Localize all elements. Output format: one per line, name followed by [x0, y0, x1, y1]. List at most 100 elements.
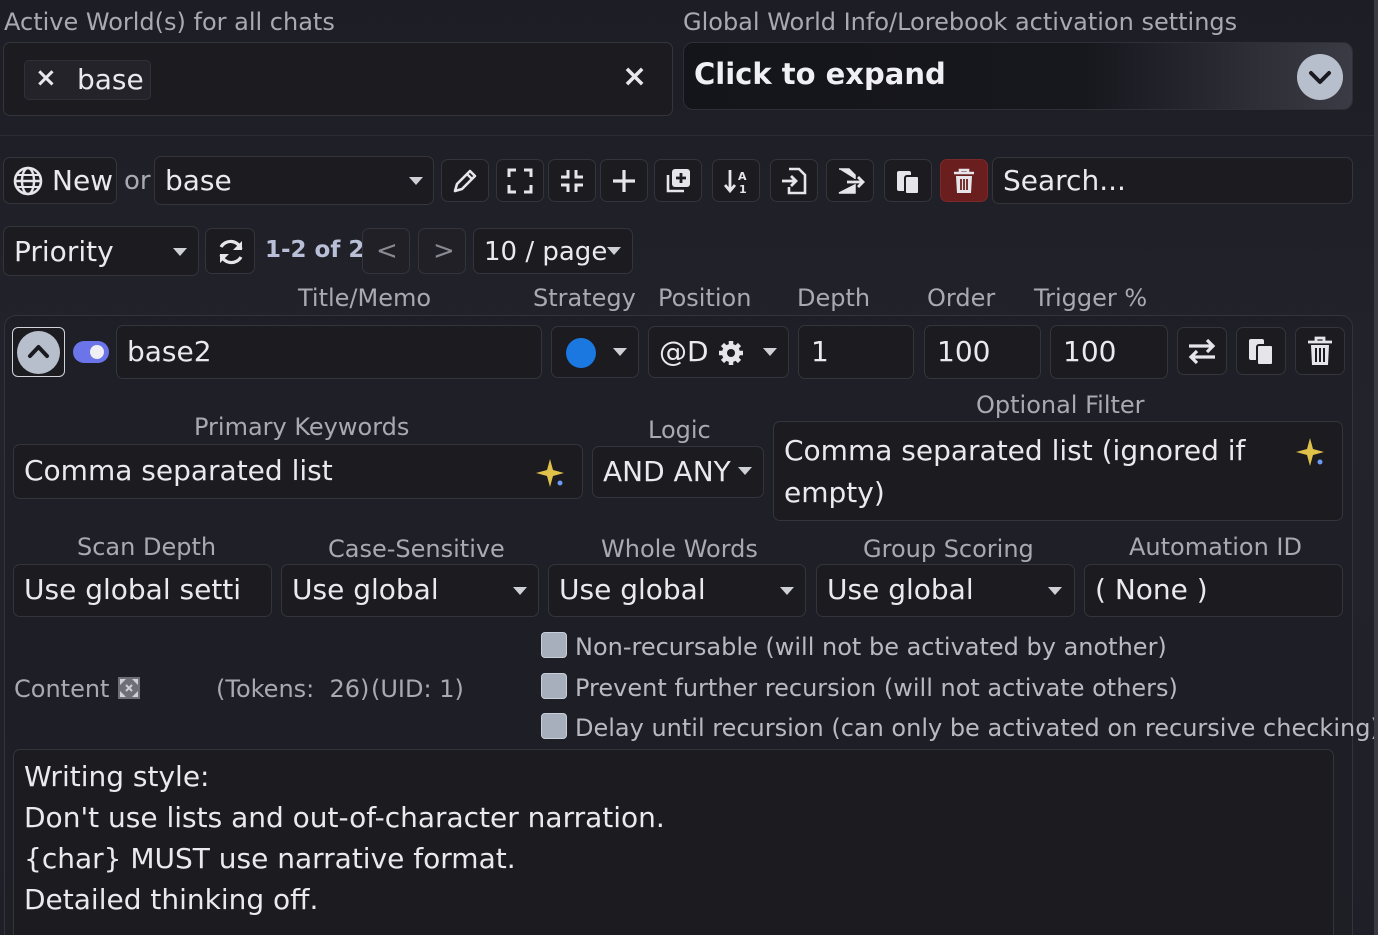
- per-page-select[interactable]: 10 / page: [473, 228, 633, 274]
- primary-keywords-placeholder: Comma separated list: [24, 454, 333, 487]
- import-icon: [782, 167, 807, 194]
- paste-entry-button[interactable]: [884, 159, 932, 202]
- content-textarea[interactable]: Writing style: Don't use lists and out-o…: [13, 749, 1334, 935]
- rename-world-button[interactable]: [441, 159, 489, 202]
- global-settings-drawer[interactable]: Click to expand: [683, 42, 1353, 110]
- entry-enabled-toggle[interactable]: [73, 341, 109, 363]
- trigger-value: 100: [1063, 335, 1117, 368]
- expand-icon: [507, 168, 533, 193]
- chevron-down-icon[interactable]: [1297, 54, 1343, 100]
- sort-icon: A1: [723, 169, 747, 196]
- global-settings-label: Global World Info/Lorebook activation se…: [683, 8, 1238, 36]
- prev-page-button[interactable]: <: [362, 228, 410, 274]
- per-page-value: 10 / page: [484, 237, 608, 267]
- collapse-all-button[interactable]: [548, 159, 596, 202]
- duplicate-world-button[interactable]: [654, 159, 702, 202]
- chevron-down-icon: [613, 348, 627, 356]
- group-scoring-label: Group Scoring: [863, 535, 1034, 563]
- prevent-recursion-checkbox[interactable]: [541, 673, 567, 699]
- automation-id-label: Automation ID: [1129, 533, 1302, 561]
- fill-memos-button[interactable]: A1: [712, 159, 760, 202]
- entry-collapse-button[interactable]: [12, 327, 65, 377]
- uid-label: (UID: 1): [371, 675, 464, 703]
- automation-id-input[interactable]: ( None ): [1084, 564, 1343, 617]
- duplicate-entry-button[interactable]: [1236, 327, 1286, 375]
- trash-icon: [1308, 336, 1332, 365]
- group-scoring-select[interactable]: Use global: [816, 564, 1075, 617]
- primary-keywords-label: Primary Keywords: [194, 413, 410, 441]
- strategy-dot-icon: [566, 338, 596, 368]
- delete-entry-button[interactable]: [1295, 327, 1345, 375]
- content-line: {char} MUST use narrative format.: [24, 842, 516, 875]
- chevron-down-icon: [738, 467, 752, 475]
- sparkle-icon[interactable]: [534, 457, 566, 489]
- chevron-down-icon: [513, 587, 527, 595]
- expand-all-button[interactable]: [496, 159, 544, 202]
- sort-select[interactable]: Priority: [3, 226, 199, 276]
- svg-text:1: 1: [739, 183, 747, 196]
- search-input[interactable]: Search...: [992, 157, 1353, 204]
- col-strategy: Strategy: [533, 284, 636, 312]
- collapse-icon: [561, 169, 583, 192]
- content-line: Detailed thinking off.: [24, 883, 319, 916]
- import-world-button[interactable]: [770, 159, 818, 202]
- chevron-down-icon: [607, 247, 621, 255]
- delay-recursion-checkbox[interactable]: [541, 713, 567, 739]
- sparkle-icon[interactable]: [1294, 436, 1326, 468]
- whole-words-select[interactable]: Use global: [548, 564, 806, 617]
- copy-icon: [1249, 339, 1274, 366]
- primary-keywords-input[interactable]: Comma separated list: [13, 444, 583, 499]
- scan-depth-input[interactable]: Use global setti: [13, 564, 272, 617]
- active-worlds-select[interactable]: × base ×: [3, 42, 673, 116]
- page-range: 1-2 of 2: [265, 237, 365, 263]
- duplicate-icon: [666, 168, 690, 192]
- clear-icon[interactable]: ×: [622, 59, 647, 94]
- delay-recursion-label: Delay until recursion (can only be activ…: [575, 714, 1378, 742]
- divider: [0, 135, 1378, 136]
- maximize-icon[interactable]: [117, 676, 141, 700]
- new-world-button[interactable]: New: [3, 157, 117, 204]
- entry-title-value: base2: [127, 335, 212, 368]
- case-sensitive-label: Case-Sensitive: [328, 535, 505, 563]
- chip-remove-icon[interactable]: ×: [35, 63, 57, 93]
- export-world-button[interactable]: [826, 159, 874, 202]
- order-value: 100: [937, 335, 991, 368]
- chevron-down-icon: [1048, 587, 1062, 595]
- toggle-knob: [90, 345, 104, 359]
- delete-world-button[interactable]: [940, 159, 988, 202]
- optional-filter-input[interactable]: Comma separated list (ignored if empty): [773, 421, 1343, 521]
- world-editor-select[interactable]: base: [154, 156, 434, 205]
- plus-icon: [613, 169, 635, 192]
- col-depth: Depth: [797, 284, 871, 312]
- order-input[interactable]: 100: [924, 325, 1041, 379]
- refresh-button[interactable]: [205, 228, 255, 274]
- pencil-icon: [453, 169, 477, 192]
- depth-input[interactable]: 1: [798, 325, 914, 379]
- position-select[interactable]: @D: [648, 326, 789, 378]
- logic-label: Logic: [648, 416, 711, 444]
- svg-text:A: A: [738, 170, 747, 183]
- logic-select[interactable]: AND ANY: [592, 446, 764, 498]
- non-recursable-checkbox[interactable]: [541, 632, 567, 658]
- new-label: New: [52, 164, 114, 197]
- refresh-icon: [219, 239, 243, 265]
- world-select-value: base: [165, 164, 232, 197]
- new-entry-button[interactable]: [600, 159, 648, 202]
- chevron-down-icon: [763, 348, 777, 356]
- trigger-input[interactable]: 100: [1050, 325, 1168, 379]
- position-value: @D: [659, 335, 709, 368]
- strategy-select[interactable]: [551, 326, 639, 378]
- whole-words-label: Whole Words: [601, 535, 758, 563]
- entry-title-input[interactable]: base2: [116, 325, 542, 379]
- depth-value: 1: [811, 335, 829, 368]
- move-entry-button[interactable]: [1177, 327, 1227, 375]
- next-icon: >: [433, 236, 455, 266]
- col-trigger: Trigger %: [1034, 284, 1148, 312]
- scrollbar-track[interactable]: [1374, 0, 1378, 935]
- globe-icon: [13, 166, 43, 196]
- non-recursable-label: Non-recursable (will not be activated by…: [575, 633, 1167, 661]
- next-page-button[interactable]: >: [418, 228, 466, 274]
- case-sensitive-select[interactable]: Use global: [281, 564, 539, 617]
- chevron-up-icon: [17, 331, 60, 374]
- col-order: Order: [927, 284, 996, 312]
